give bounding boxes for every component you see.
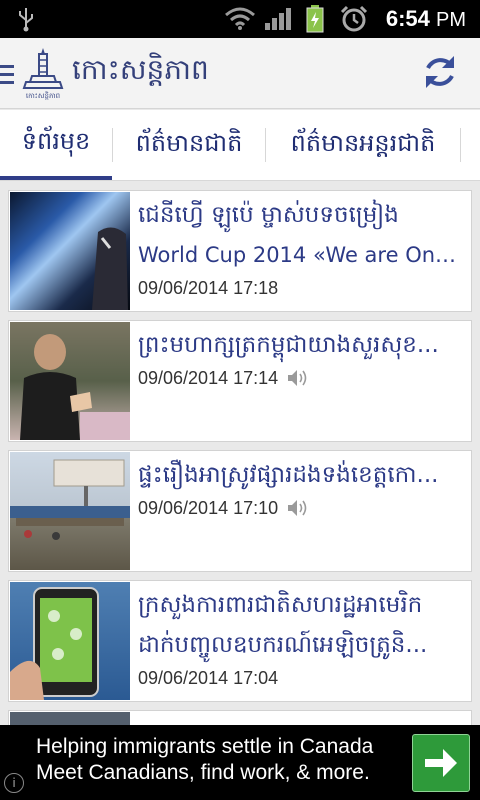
speaker-icon (288, 500, 307, 516)
article-card[interactable]: ជេនីហ្វើ ឡូប៉េ ម្ចាស់បទចម្រៀង World Cup … (8, 190, 472, 312)
article-headline: ផ្ទះរឿងអាស្រូវផ្សារដងទង់ខេត្តកោ... (138, 462, 439, 488)
article-date: 09/06/2014 17:10 (138, 498, 279, 518)
ad-info-icon[interactable]: i (4, 773, 24, 793)
status-ampm: PM (436, 9, 466, 31)
app-title: កោះសន្តិភាព (72, 53, 209, 86)
app-header: កោះសន្តិភាព កោះសន្តិភាព (0, 38, 480, 109)
tab-national-label: ព័ត៌មានជាតិ (135, 128, 243, 157)
ad-banner[interactable]: Helping immigrants settle in Canada Meet… (0, 725, 480, 800)
category-tabs: ទំព័រមុខ ព័ត៌មានជាតិ ព័ត៌មានអន្តរជាតិ (0, 110, 480, 181)
ad-go-button[interactable] (412, 734, 470, 792)
menu-icon[interactable] (0, 65, 14, 89)
wifi-icon (225, 7, 255, 30)
article-thumbnail (10, 322, 130, 440)
battery-icon (306, 5, 324, 33)
tab-international-label: ព័ត៌មានអន្តរជាតិ (290, 128, 436, 157)
ad-line-1: Helping immigrants settle in Canada (36, 735, 374, 758)
speaker-icon (288, 370, 307, 386)
alarm-icon (340, 5, 368, 32)
article-card[interactable]: ផ្ទះរឿងអាស្រូវផ្សារដងទង់ខេត្តកោ... 09/06… (8, 450, 472, 572)
monument-icon (22, 48, 64, 89)
refresh-icon[interactable] (420, 52, 460, 92)
article-thumbnail (10, 582, 130, 700)
tab-home[interactable]: ទំព័រមុខ (0, 110, 112, 180)
article-thumbnail (10, 452, 130, 570)
article-card[interactable] (8, 710, 472, 725)
article-list[interactable]: ជេនីហ្វើ ឡូប៉េ ម្ចាស់បទចម្រៀង World Cup … (0, 180, 480, 725)
tab-home-label: ទំព័រមុខ (21, 126, 91, 155)
article-headline-line2: ដាក់បញ្ចូលឧបករណ៍អេឡិចត្រូនិ... (138, 632, 428, 658)
ad-line-2: Meet Canadians, find work, & more. (36, 761, 370, 784)
app-logo: កោះសន្តិភាព (22, 46, 64, 100)
logo-caption: កោះសន្តិភាព (25, 92, 61, 100)
arrow-right-icon (425, 749, 457, 777)
article-headline: ជេនីហ្វើ ឡូប៉េ ម្ចាស់បទចម្រៀង (138, 202, 399, 228)
tab-national-news[interactable]: ព័ត៌មានជាតិ (113, 110, 265, 180)
article-thumbnail (10, 192, 130, 310)
signal-icon (265, 8, 291, 30)
status-bar: 6:54 PM (0, 0, 480, 38)
tab-international-news[interactable]: ព័ត៌មានអន្តរជាតិ (266, 110, 460, 180)
article-date: 09/06/2014 17:04 (138, 668, 279, 688)
tab-divider (460, 128, 461, 162)
status-time: 6:54 (385, 6, 430, 31)
article-headline-line2: World Cup 2014 «We are One... (138, 243, 463, 267)
article-date: 09/06/2014 17:14 (138, 368, 279, 388)
usb-icon (19, 8, 33, 32)
article-headline: ព្រះមហាក្សត្រកម្ពុជាយាងសួរសុខ... (138, 332, 439, 358)
article-card[interactable]: ក្រសួងការពារជាតិសហរដ្ឋអាមេរិក ដាក់បញ្ចូល… (8, 580, 472, 702)
article-headline: ក្រសួងការពារជាតិសហរដ្ឋអាមេរិក (138, 592, 423, 618)
article-date: 09/06/2014 17:18 (138, 278, 279, 298)
article-thumbnail (10, 712, 130, 725)
article-card[interactable]: ព្រះមហាក្សត្រកម្ពុជាយាងសួរសុខ... 09/06/2… (8, 320, 472, 442)
